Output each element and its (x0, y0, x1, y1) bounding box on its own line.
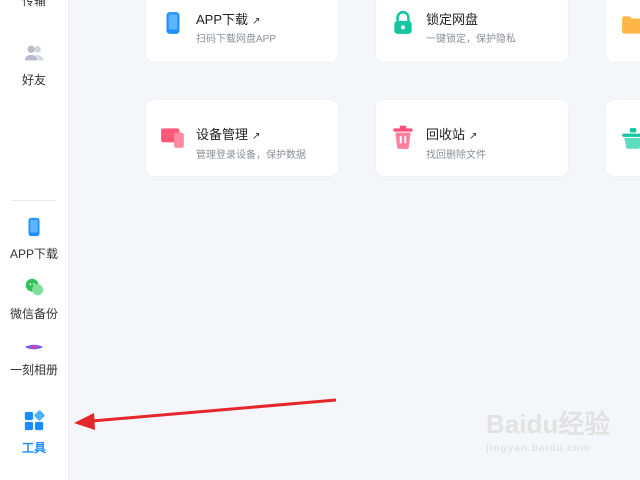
watermark-logo: Baidu经验 jingyan.baidu.com (486, 404, 636, 472)
watermark-brand: Baidu经验 (486, 409, 611, 439)
watermark-url: jingyan.baidu.com (486, 443, 591, 454)
